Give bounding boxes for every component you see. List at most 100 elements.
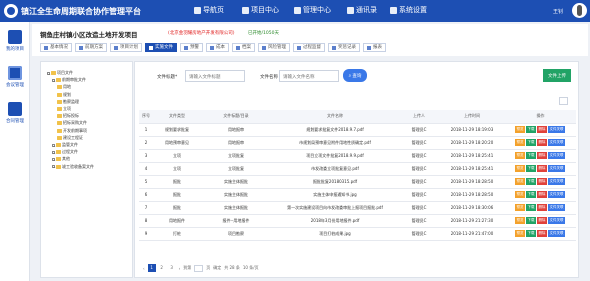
tab-10[interactable]: 报表 — [363, 43, 386, 52]
page-button[interactable]: 3 — [168, 264, 176, 272]
action-button[interactable]: 下载 — [526, 204, 536, 211]
tree-node[interactable]: 立项 — [57, 106, 71, 112]
tab-3[interactable]: 实施文件 — [145, 43, 177, 52]
tab-8[interactable]: 过程监督 — [293, 43, 325, 52]
upload-button[interactable]: 文件上传 — [543, 69, 571, 82]
tree-node[interactable]: − 竣工验收备案文件 — [52, 164, 94, 170]
action-button[interactable]: 文件关联 — [548, 139, 565, 146]
tree-node[interactable]: 建设工程证 — [57, 135, 83, 141]
confirm-button[interactable]: 确定 — [213, 265, 221, 271]
tab-9[interactable]: 奖惩记录 — [328, 43, 360, 52]
rail-meeting-management[interactable]: 会议管理 — [0, 66, 30, 88]
tab-4[interactable]: 预警 — [180, 43, 203, 52]
tree-node-label: 前期审批文件 — [62, 77, 86, 83]
tree-node[interactable]: − 前期审批文件 — [52, 77, 86, 83]
action-button[interactable]: 预览 — [515, 165, 525, 172]
collapse-icon[interactable]: − — [52, 143, 56, 147]
action-button[interactable]: 删除 — [537, 230, 547, 237]
action-button[interactable]: 下载 — [526, 230, 536, 237]
tab-2[interactable]: 项目计划 — [110, 43, 142, 52]
action-button[interactable]: 预览 — [515, 178, 525, 185]
page-button[interactable]: 2 — [158, 264, 166, 272]
next-page-icon[interactable]: › — [179, 266, 181, 271]
nav-management-center[interactable]: 管理中心 — [294, 5, 331, 15]
nav-contacts[interactable]: 通讯录 — [347, 5, 377, 15]
tree-node[interactable]: 用地 — [57, 84, 71, 90]
tree-node[interactable]: − 项目文件 — [47, 70, 73, 76]
tree-node[interactable]: − 过程文件 — [52, 149, 78, 155]
search-button[interactable]: ⌕ 查询 — [343, 69, 367, 82]
tab-label: 预警 — [190, 45, 199, 50]
action-button[interactable]: 文件关联 — [548, 204, 565, 211]
tab-6[interactable]: 档案 — [232, 43, 255, 52]
action-button[interactable]: 删除 — [537, 126, 547, 133]
folder-icon — [57, 114, 62, 119]
action-button[interactable]: 文件关联 — [548, 178, 565, 185]
title-filter-input[interactable] — [185, 70, 245, 82]
action-button[interactable]: 文件关联 — [548, 152, 565, 159]
action-button[interactable]: 文件关联 — [548, 126, 565, 133]
action-button[interactable]: 文件关联 — [548, 217, 565, 224]
tree-node[interactable]: 勘察监理 — [57, 99, 79, 105]
action-button[interactable]: 下载 — [526, 126, 536, 133]
action-button[interactable]: 预览 — [515, 191, 525, 198]
action-button[interactable]: 文件关联 — [548, 165, 565, 172]
collapse-icon[interactable]: − — [52, 165, 56, 169]
tree-node[interactable]: − 其他 — [52, 156, 70, 162]
name-filter-input[interactable] — [279, 70, 339, 82]
tab-1[interactable]: 前期方案 — [75, 43, 107, 52]
action-button[interactable]: 删除 — [537, 204, 547, 211]
tree-node[interactable]: 规划 — [57, 92, 71, 98]
action-button[interactable]: 下载 — [526, 139, 536, 146]
action-button[interactable]: 删除 — [537, 139, 547, 146]
nav-system-settings[interactable]: 系统设置 — [390, 5, 427, 15]
user-name[interactable]: 王钊 — [553, 8, 563, 15]
tree-node[interactable]: 招标采购文件 — [57, 120, 87, 126]
tab-7[interactable]: 风险管理 — [258, 43, 290, 52]
rail-contract-management[interactable]: 合同管理 — [0, 102, 30, 124]
action-button[interactable]: 删除 — [537, 191, 547, 198]
action-button[interactable]: 预览 — [515, 204, 525, 211]
action-button[interactable]: 文件关联 — [548, 230, 565, 237]
tree-node[interactable]: 招标投标 — [57, 113, 79, 119]
action-button[interactable]: 预览 — [515, 230, 525, 237]
action-button[interactable]: 文件关联 — [548, 191, 565, 198]
action-button[interactable]: 预览 — [515, 139, 525, 146]
column-header: 文件名称 — [271, 110, 399, 124]
project-title: 铜鱼庄村镇小区改造土地开发项目 — [40, 31, 138, 39]
tab-label: 风险管理 — [268, 45, 286, 50]
collapse-icon[interactable]: − — [52, 157, 56, 161]
action-button[interactable]: 删除 — [537, 217, 547, 224]
action-button[interactable]: 删除 — [537, 152, 547, 159]
action-button[interactable]: 删除 — [537, 165, 547, 172]
action-button[interactable]: 下载 — [526, 165, 536, 172]
action-button[interactable]: 预览 — [515, 217, 525, 224]
avatar[interactable] — [572, 3, 587, 18]
tree-node[interactable]: 开发前期事项 — [57, 128, 87, 134]
collapse-icon[interactable]: − — [47, 71, 51, 75]
action-button[interactable]: 下载 — [526, 191, 536, 198]
action-button[interactable]: 预览 — [515, 152, 525, 159]
action-button[interactable]: 下载 — [526, 152, 536, 159]
nav-home[interactable]: 导航页 — [194, 5, 224, 15]
collapse-icon[interactable]: − — [52, 78, 56, 82]
column-toggle-icon[interactable] — [559, 97, 568, 105]
prev-page-icon[interactable]: ‹ — [143, 266, 145, 271]
nav-project-center[interactable]: 项目中心 — [242, 5, 279, 15]
page-button[interactable]: 1 — [147, 264, 156, 272]
action-button[interactable]: 下载 — [526, 217, 536, 224]
collapse-icon[interactable]: − — [52, 150, 56, 154]
page-size-select[interactable]: 10 条/页 — [243, 265, 259, 271]
goto-page-input[interactable] — [194, 264, 204, 272]
rail-my-projects[interactable]: 我的项目 — [0, 30, 30, 52]
tab-0[interactable]: 基本情况 — [40, 43, 72, 52]
tree-node[interactable]: − 监管文件 — [52, 142, 78, 148]
action-button[interactable]: 预览 — [515, 126, 525, 133]
tree-node-label: 规划 — [63, 91, 71, 97]
file-tree: − 项目文件 − 前期审批文件 用地 规划 勘察监理 立项 招标投标 招标采购文件 开发前期事项 建设… — [40, 61, 133, 278]
tab-5[interactable]: 成本 — [206, 43, 229, 52]
action-button[interactable]: 下载 — [526, 178, 536, 185]
table-cell: 实施主体申报通知书.jpg — [271, 188, 399, 202]
table-cell: 2018年3月份用地报件.pdf — [271, 214, 399, 228]
action-button[interactable]: 删除 — [537, 178, 547, 185]
